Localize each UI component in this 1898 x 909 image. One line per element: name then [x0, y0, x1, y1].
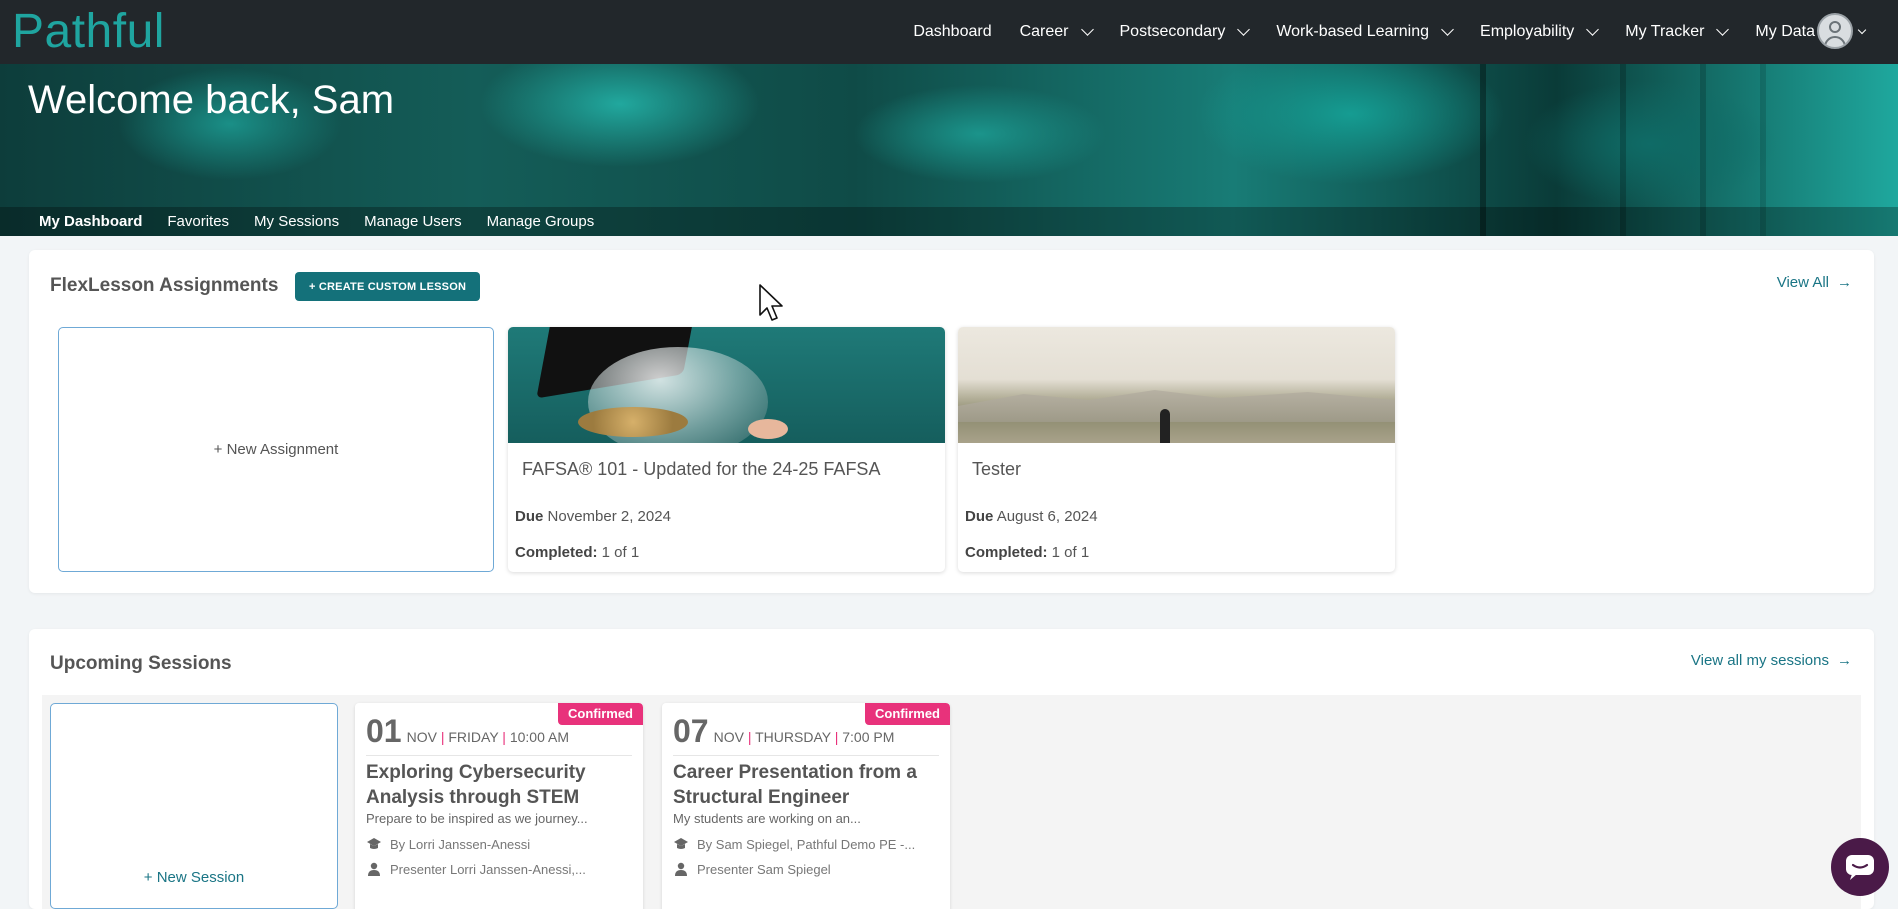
view-all-label: View all my sessions [1690, 652, 1829, 669]
dashboard-tabs: My Dashboard Favorites My Sessions Manag… [0, 207, 1898, 236]
person-icon [675, 862, 687, 876]
nav-item-employability[interactable]: Employability [1480, 23, 1600, 41]
create-custom-lesson-button[interactable]: + CREATE CUSTOM LESSON [295, 272, 481, 301]
sessions-title: Upcoming Sessions [50, 653, 232, 674]
graduation-cap-icon [674, 838, 688, 849]
arrow-right-icon: → [1837, 652, 1852, 669]
lesson-thumbnail [508, 327, 945, 443]
view-all-label: View All [1776, 274, 1829, 291]
session-organizer: By Sam Spiegel, Pathful Demo PE -... [673, 836, 915, 852]
tab-manage-users[interactable]: Manage Users [364, 213, 462, 230]
nav-item-label: Dashboard [913, 23, 992, 40]
session-card[interactable]: Confirmed 07 NOV | THURSDAY | 7:00 PM Ca… [662, 703, 950, 909]
chevron-down-icon [1080, 23, 1094, 36]
lesson-due: Due August 6, 2024 [965, 508, 1098, 525]
session-card[interactable]: Confirmed 01 NOV | FRIDAY | 10:00 AM Exp… [355, 703, 643, 909]
nav-item-career[interactable]: Career [1019, 23, 1094, 41]
session-presenter: Presenter Lorri Janssen-Anessi,... [366, 861, 586, 877]
flexlesson-panel: FlexLesson Assignments + CREATE CUSTOM L… [29, 250, 1874, 593]
nav-item-label: My Data [1755, 23, 1815, 40]
nav-item-dashboard[interactable]: Dashboard [913, 23, 991, 41]
new-session-label: + New Session [143, 869, 245, 886]
chat-bubble-icon [1846, 855, 1874, 880]
lesson-completed: Completed: 1 of 1 [965, 544, 1090, 561]
session-title: Exploring Cybersecurity Analysis through… [366, 762, 586, 808]
lesson-card[interactable]: Tester Due August 6, 2024 Completed: 1 o… [958, 327, 1395, 572]
tab-manage-groups[interactable]: Manage Groups [487, 213, 595, 230]
nav-item-label: Employability [1480, 23, 1575, 40]
lesson-completed: Completed: 1 of 1 [515, 544, 640, 561]
nav-item-label: Work-based Learning [1276, 23, 1430, 40]
chevron-down-icon [1237, 23, 1251, 36]
lesson-title: FAFSA® 101 - Updated for the 24-25 FAFSA [522, 459, 881, 479]
session-description: My students are working on an... [673, 811, 861, 826]
view-all-lessons-link[interactable]: View All → [1777, 274, 1852, 291]
chevron-down-icon [1441, 23, 1454, 36]
lesson-card[interactable]: FAFSA® 101 - Updated for the 24-25 FAFSA… [508, 327, 945, 572]
nav-item-label: Career [1019, 23, 1069, 40]
new-session-card[interactable]: + New Session [50, 703, 338, 909]
welcome-heading: Welcome back, Sam [28, 78, 395, 122]
session-organizer: By Lorri Janssen-Anessi [366, 836, 530, 852]
nav-item-postsecondary[interactable]: Postsecondary [1119, 23, 1251, 41]
tab-my-dashboard[interactable]: My Dashboard [39, 213, 142, 230]
arrow-right-icon: → [1837, 274, 1852, 291]
lesson-title: Tester [972, 459, 1022, 479]
session-title: Career Presentation from a Structural En… [673, 762, 917, 808]
session-date: 07 NOV | THURSDAY | 7:00 PM [673, 713, 895, 749]
graduation-cap-icon [367, 838, 381, 849]
user-menu-button[interactable] [1817, 13, 1867, 49]
sessions-panel: Upcoming Sessions View all my sessions → … [29, 629, 1874, 909]
main-nav: Dashboard Career Postsecondary Work-base… [913, 0, 1840, 64]
lesson-thumbnail [958, 327, 1395, 443]
mouse-cursor-icon [759, 284, 783, 321]
user-circle-icon [1817, 13, 1853, 49]
new-assignment-label: + New Assignment [213, 441, 339, 458]
session-presenter: Presenter Sam Spiegel [673, 861, 831, 877]
session-description: Prepare to be inspired as we journey... [366, 811, 588, 826]
tab-my-sessions[interactable]: My Sessions [254, 213, 339, 230]
chevron-down-icon [1716, 23, 1730, 36]
new-assignment-card[interactable]: + New Assignment [58, 327, 494, 572]
flexlesson-title: FlexLesson Assignments [50, 275, 279, 296]
chat-launcher-button[interactable] [1831, 838, 1889, 896]
status-badge: Confirmed [558, 703, 643, 725]
session-date: 01 NOV | FRIDAY | 10:00 AM [366, 713, 569, 749]
lesson-due: Due November 2, 2024 [515, 508, 671, 525]
nav-item-label: Postsecondary [1119, 23, 1226, 40]
pathful-logo[interactable]: Pathful [12, 4, 165, 59]
nav-item-label: My Tracker [1625, 23, 1705, 40]
chevron-down-icon [1857, 25, 1867, 34]
hero-banner: Welcome back, Sam My Dashboard Favorites… [0, 64, 1898, 236]
chevron-down-icon [1586, 23, 1600, 36]
tab-favorites[interactable]: Favorites [167, 213, 229, 230]
person-icon [368, 862, 380, 876]
view-all-sessions-link[interactable]: View all my sessions → [1691, 652, 1852, 669]
top-navbar: Pathful Dashboard Career Postsecondary W… [0, 0, 1898, 64]
nav-item-my-tracker[interactable]: My Tracker [1625, 23, 1730, 41]
nav-item-work-based-learning[interactable]: Work-based Learning [1276, 23, 1454, 41]
